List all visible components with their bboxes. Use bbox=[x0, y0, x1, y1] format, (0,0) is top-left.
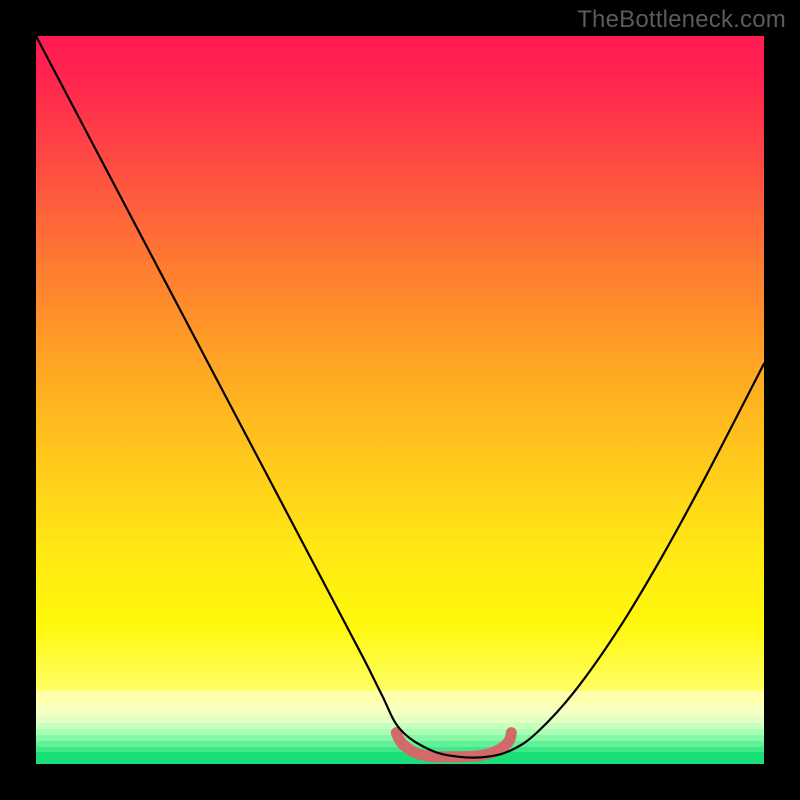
plot-area bbox=[36, 36, 764, 764]
chart-frame: TheBottleneck.com bbox=[0, 0, 800, 800]
bottom-marker-path bbox=[396, 733, 511, 757]
watermark-text: TheBottleneck.com bbox=[577, 6, 786, 34]
bottleneck-curve-path bbox=[36, 36, 764, 758]
curve-layer bbox=[36, 36, 764, 764]
